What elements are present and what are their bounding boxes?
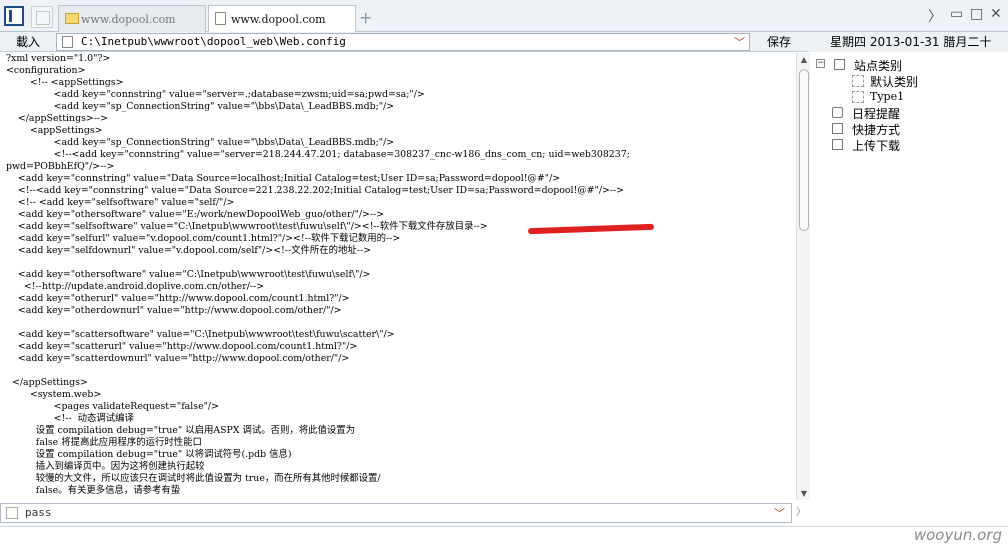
blank-tab-icon[interactable] xyxy=(31,6,53,28)
tree-label: Type1 xyxy=(870,90,905,103)
code-line[interactable]: <add key="sp_ConnectionString" value="\b… xyxy=(6,101,630,113)
editor-scrollbar[interactable]: ▲ ▼ xyxy=(796,53,810,500)
code-line[interactable]: <configuration> xyxy=(6,65,630,77)
code-line[interactable]: <add key="othersoftware" value="C:\Inetp… xyxy=(6,269,630,281)
code-line[interactable]: <!--<add key="connstring" value="Data So… xyxy=(6,185,630,197)
maximize-icon[interactable]: □ xyxy=(970,6,983,22)
code-line[interactable]: <add key="otherurl" value="http://www.do… xyxy=(6,293,630,305)
code-line[interactable]: 较慢的大文件，所以应该只在调试时将此值设置为 true，而在所有其他时候都设置/ xyxy=(6,473,630,485)
transfer-icon xyxy=(832,139,843,150)
code-line[interactable]: <add key="otherdownurl" value="http://ww… xyxy=(6,305,630,317)
code-line[interactable]: </appSettings> xyxy=(6,377,630,389)
date-display: 星期四 2013-01-31 腊月二十 xyxy=(808,32,1008,52)
code-line[interactable]: <pages validateRequest="false"/> xyxy=(6,401,630,413)
tab-bar: www.dopool.com www.dopool.com + 〉 ▭ □ ✕ xyxy=(0,0,1008,33)
watermark: wooyun.org xyxy=(913,526,1002,544)
code-line[interactable] xyxy=(6,365,630,377)
code-line[interactable]: 插入到编译页中。因为这将创建执行起较 xyxy=(6,461,630,473)
chevron-right-icon[interactable]: 〉 xyxy=(928,6,942,26)
category-icon xyxy=(852,91,864,103)
path-text[interactable]: C:\Inetpub\wwwroot\dopool_web\Web.config xyxy=(81,35,346,48)
tab-label: www.dopool.com xyxy=(231,13,326,26)
chevron-down-icon[interactable]: ﹀ xyxy=(774,505,785,521)
scrollbar-thumb[interactable] xyxy=(799,69,809,231)
tab-active[interactable]: www.dopool.com xyxy=(208,5,356,33)
code-line[interactable]: <add key="scatterurl" value="http://www.… xyxy=(6,341,630,353)
scroll-down-icon[interactable]: ▼ xyxy=(799,489,809,498)
code-text[interactable]: ?xml version="1.0"?> <configuration> <!--… xyxy=(6,53,630,497)
folder-icon xyxy=(834,59,845,70)
code-line[interactable]: <add key="scatterdownurl" value="http://… xyxy=(6,353,630,365)
new-tab-button[interactable]: + xyxy=(359,8,372,27)
code-line[interactable]: <add key="connstring" value="server=.;da… xyxy=(6,89,630,101)
code-line[interactable]: false。有关更多信息，请参考有蛰 xyxy=(6,485,630,497)
code-line[interactable]: <appSettings> xyxy=(6,125,630,137)
chevron-right-icon[interactable]: 〉 xyxy=(794,503,808,523)
code-line[interactable]: <!-- 动态调试编译 xyxy=(6,413,630,425)
category-icon xyxy=(852,75,864,87)
code-line[interactable]: 设置 compilation debug="true" 以启用ASPX 调试。否… xyxy=(6,425,630,437)
code-line[interactable]: <add key="othersoftware" value="E:/work/… xyxy=(6,209,630,221)
code-line[interactable] xyxy=(6,257,630,269)
code-line[interactable]: <add key="selfdownurl" value="v.dopool.c… xyxy=(6,245,630,257)
clock-icon xyxy=(832,107,843,118)
code-line[interactable]: pwd=POBbhEfQ"/>--> xyxy=(6,161,630,173)
sidebar-tree: − 站点类别 默认类别 Type1 日程提醒 快捷方式 上传下载 xyxy=(812,53,1008,500)
scroll-up-icon[interactable]: ▲ xyxy=(799,55,809,64)
tree-label: 快捷方式 xyxy=(852,123,901,137)
close-icon[interactable]: ✕ xyxy=(990,6,1002,22)
minimize-icon[interactable]: ▭ xyxy=(950,6,963,22)
code-line[interactable]: </appSettings>--> xyxy=(6,113,630,125)
collapse-icon[interactable]: − xyxy=(816,59,825,68)
tree-label: 默认类别 xyxy=(870,75,919,89)
code-line[interactable]: <!--http://update.android.doplive.com.cn… xyxy=(6,281,630,293)
code-line[interactable]: 设置 compilation debug="true" 以将调试符号(.pdb … xyxy=(6,449,630,461)
code-line[interactable]: <add key="selfurl" value="v.dopool.com/c… xyxy=(6,233,630,245)
load-button[interactable]: 載入 xyxy=(6,33,50,51)
command-input[interactable]: pass ﹀ xyxy=(0,503,792,523)
tree-label: 站点类别 xyxy=(854,59,903,73)
code-line[interactable] xyxy=(6,317,630,329)
chevron-down-icon[interactable]: ﹀ xyxy=(734,34,745,50)
code-line[interactable]: <system.web> xyxy=(6,389,630,401)
command-text[interactable]: pass xyxy=(25,506,52,519)
save-button[interactable]: 保存 xyxy=(756,33,802,51)
code-line[interactable]: <!--<add key="connstring" value="server=… xyxy=(6,149,630,161)
tree-label: 日程提醒 xyxy=(852,107,901,121)
code-line[interactable]: <add key="scattersoftware" value="C:\Ine… xyxy=(6,329,630,341)
tab-label: www.dopool.com xyxy=(81,13,176,26)
file-icon xyxy=(62,36,73,48)
status-bar: wooyun.org xyxy=(0,526,1008,546)
tree-label: 上传下载 xyxy=(852,139,901,153)
code-line[interactable]: ?xml version="1.0"?> xyxy=(6,53,630,65)
folder-icon xyxy=(65,13,79,24)
code-line[interactable]: <!-- <appSettings> xyxy=(6,77,630,89)
shortcut-icon xyxy=(832,123,843,134)
page-icon xyxy=(215,12,226,25)
code-line[interactable]: <add key="sp_ConnectionString" value="\b… xyxy=(6,137,630,149)
app-menu-icon[interactable] xyxy=(4,6,24,26)
path-input[interactable]: C:\Inetpub\wwwroot\dopool_web\Web.config… xyxy=(56,33,750,51)
input-icon xyxy=(6,507,18,519)
code-editor[interactable]: ?xml version="1.0"?> <configuration> <!--… xyxy=(0,53,796,500)
code-line[interactable]: <!-- <add key="selfsoftware" value="self… xyxy=(6,197,630,209)
code-line[interactable]: <add key="connstring" value="Data Source… xyxy=(6,173,630,185)
code-line[interactable]: false 将提高此应用程序的运行时性能口 xyxy=(6,437,630,449)
tab-folder[interactable]: www.dopool.com xyxy=(58,5,206,32)
